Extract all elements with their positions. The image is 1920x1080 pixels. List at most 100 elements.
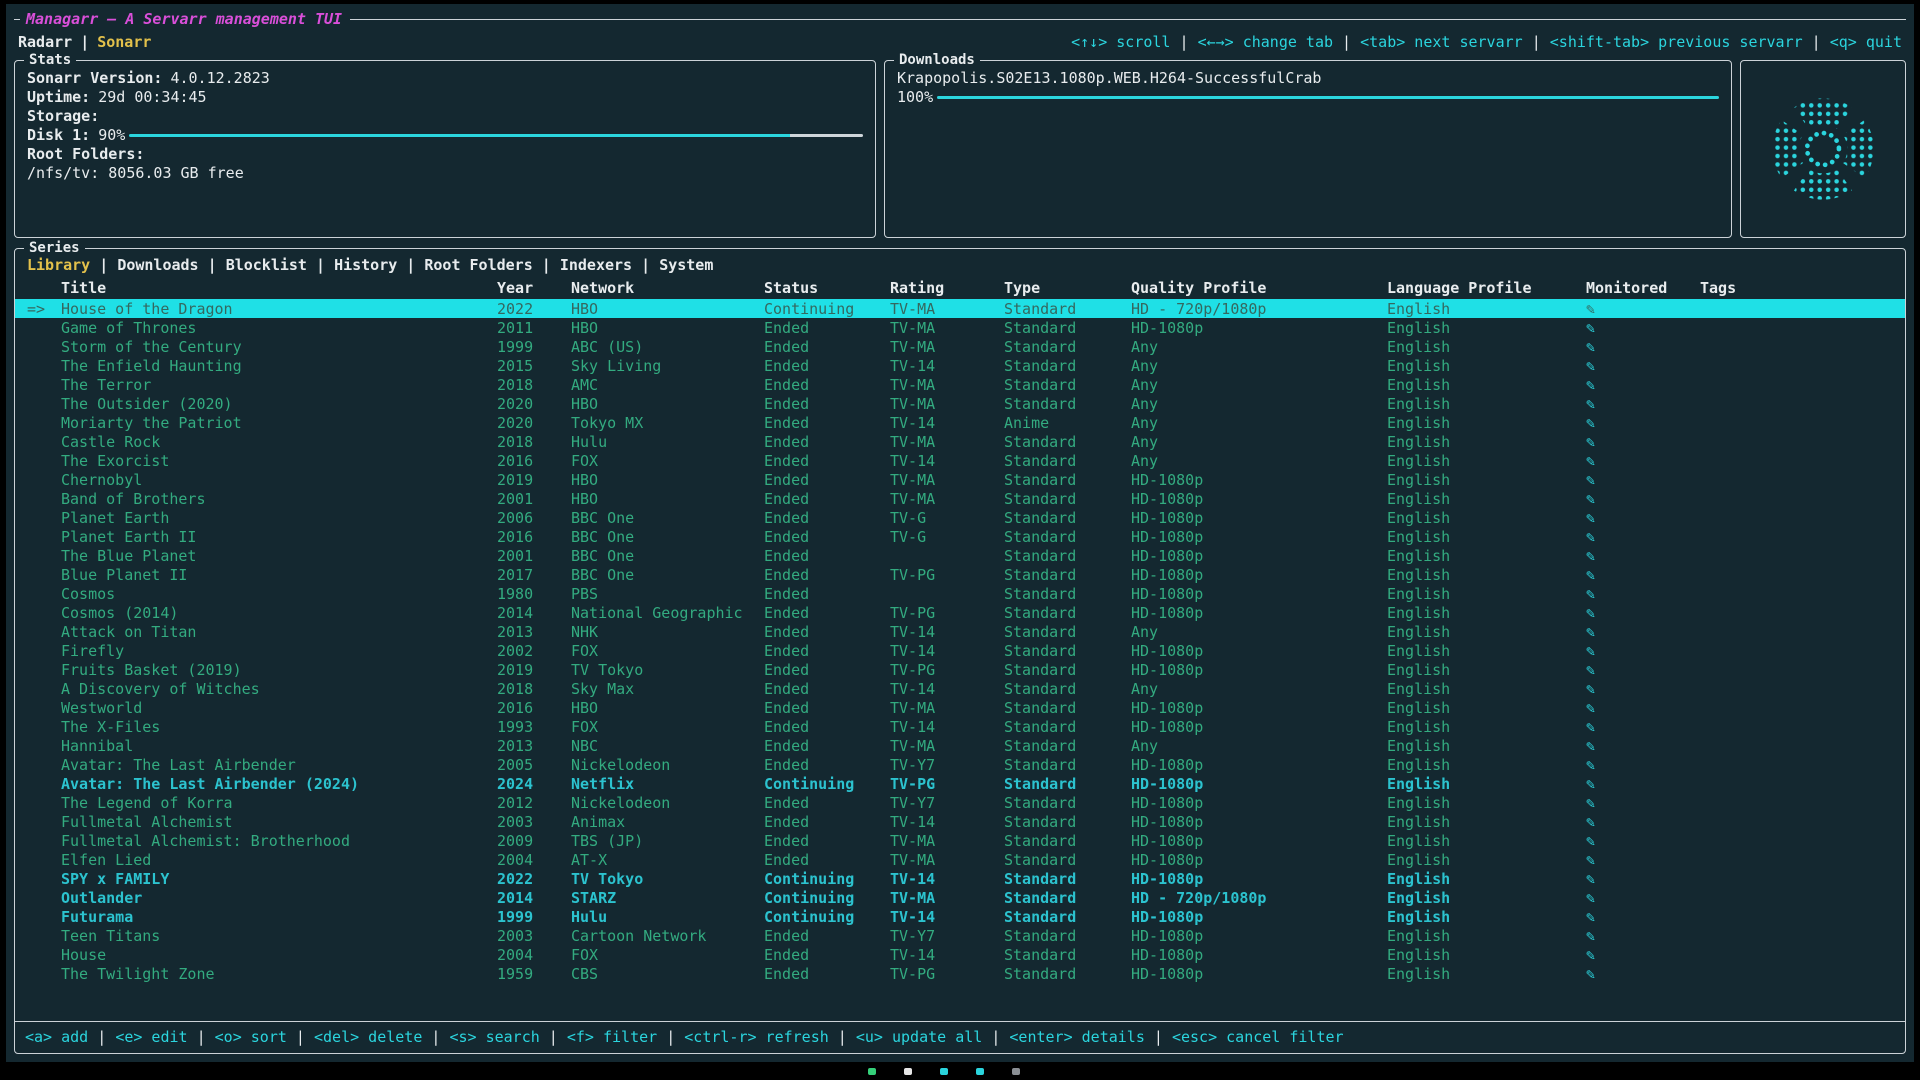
cell-rating: TV-14 [890, 452, 1004, 470]
table-row[interactable]: Fruits Basket (2019) 2019 TV Tokyo Ended… [15, 660, 1905, 679]
table-row[interactable]: Blue Planet II 2017 BBC One Ended TV-PG … [15, 565, 1905, 584]
table-row[interactable]: The Terror 2018 AMC Ended TV-MA Standard… [15, 375, 1905, 394]
series-tab-root-folders[interactable]: Root Folders [424, 256, 532, 274]
cell-title: Fullmetal Alchemist [61, 813, 497, 831]
table-row[interactable]: Westworld 2016 HBO Ended TV-MA Standard … [15, 698, 1905, 717]
series-tab-history[interactable]: History [334, 256, 397, 274]
taskbar-dot [976, 1068, 984, 1075]
column-header-title: Title [61, 279, 497, 297]
monitored-icon: ✎ [1586, 395, 1700, 413]
cell-status: Ended [764, 414, 890, 432]
cell-type: Standard [1004, 509, 1131, 527]
monitored-icon: ✎ [1586, 604, 1700, 622]
series-tab-indexers[interactable]: Indexers [560, 256, 632, 274]
cell-rating: TV-MA [890, 319, 1004, 337]
table-row[interactable]: Fullmetal Alchemist 2003 Animax Ended TV… [15, 812, 1905, 831]
table-row[interactable]: The Outsider (2020) 2020 HBO Ended TV-MA… [15, 394, 1905, 413]
cell-language-profile: English [1387, 889, 1586, 907]
table-row[interactable]: The Legend of Korra 2012 Nickelodeon End… [15, 793, 1905, 812]
keybind-scroll: <↑↓> scroll [1071, 33, 1170, 51]
cell-quality-profile: Any [1131, 737, 1387, 755]
download-item[interactable]: Krapopolis.S02E13.1080p.WEB.H264-Success… [897, 69, 1719, 88]
cell-quality-profile: HD-1080p [1131, 642, 1387, 660]
table-row[interactable]: Attack on Titan 2013 NHK Ended TV-14 Sta… [15, 622, 1905, 641]
cell-year: 2003 [497, 927, 571, 945]
table-row[interactable]: Planet Earth II 2016 BBC One Ended TV-G … [15, 527, 1905, 546]
table-row[interactable]: Elfen Lied 2004 AT-X Ended TV-MA Standar… [15, 850, 1905, 869]
table-row[interactable]: Outlander 2014 STARZ Continuing TV-MA St… [15, 888, 1905, 907]
cell-type: Anime [1004, 414, 1131, 432]
table-row[interactable]: The Enfield Haunting 2015 Sky Living End… [15, 356, 1905, 375]
table-row[interactable]: Teen Titans 2003 Cartoon Network Ended T… [15, 926, 1905, 945]
cell-quality-profile: HD-1080p [1131, 718, 1387, 736]
keybind-separator: | [982, 1028, 1009, 1046]
table-row[interactable]: A Discovery of Witches 2018 Sky Max Ende… [15, 679, 1905, 698]
cell-year: 2005 [497, 756, 571, 774]
cell-type: Standard [1004, 395, 1131, 413]
keybind-add: <a> add [25, 1028, 88, 1046]
table-row[interactable]: SPY x FAMILY 2022 TV Tokyo Continuing TV… [15, 869, 1905, 888]
taskbar-dot [940, 1068, 948, 1075]
cell-quality-profile: HD-1080p [1131, 471, 1387, 489]
series-tab-blocklist[interactable]: Blocklist [226, 256, 307, 274]
table-row[interactable]: Band of Brothers 2001 HBO Ended TV-MA St… [15, 489, 1905, 508]
table-row[interactable]: The Twilight Zone 1959 CBS Ended TV-PG S… [15, 964, 1905, 983]
table-row[interactable]: Cosmos (2014) 2014 National Geographic E… [15, 603, 1905, 622]
table-row[interactable]: Castle Rock 2018 Hulu Ended TV-MA Standa… [15, 432, 1905, 451]
table-row[interactable]: Planet Earth 2006 BBC One Ended TV-G Sta… [15, 508, 1905, 527]
table-row[interactable]: The Blue Planet 2001 BBC One Ended Stand… [15, 546, 1905, 565]
table-row[interactable]: House 2004 FOX Ended TV-14 Standard HD-1… [15, 945, 1905, 964]
cell-quality-profile: HD-1080p [1131, 965, 1387, 983]
cell-quality-profile: HD-1080p [1131, 699, 1387, 717]
cell-year: 2022 [497, 870, 571, 888]
keybind-separator: | [287, 1028, 314, 1046]
table-row[interactable]: The X-Files 1993 FOX Ended TV-14 Standar… [15, 717, 1905, 736]
table-row[interactable]: Chernobyl 2019 HBO Ended TV-MA Standard … [15, 470, 1905, 489]
version-value: 4.0.12.2823 [170, 69, 269, 88]
cell-language-profile: English [1387, 642, 1586, 660]
monitored-icon: ✎ [1586, 623, 1700, 641]
cell-quality-profile: HD - 720p/1080p [1131, 889, 1387, 907]
series-tab-downloads[interactable]: Downloads [117, 256, 198, 274]
keybind-separator: | [1523, 33, 1550, 51]
table-row[interactable]: Fullmetal Alchemist: Brotherhood 2009 TB… [15, 831, 1905, 850]
cell-language-profile: English [1387, 300, 1586, 318]
table-row[interactable]: => House of the Dragon 2022 HBO Continui… [15, 299, 1905, 318]
downloads-panel-title: Downloads [894, 51, 980, 69]
table-row[interactable]: Firefly 2002 FOX Ended TV-14 Standard HD… [15, 641, 1905, 660]
tab-radarr[interactable]: Radarr [18, 33, 72, 51]
monitored-icon: ✎ [1586, 433, 1700, 451]
cell-title: Blue Planet II [61, 566, 497, 584]
table-row[interactable]: Cosmos 1980 PBS Ended Standard HD-1080p … [15, 584, 1905, 603]
cell-type: Standard [1004, 737, 1131, 755]
series-tab-system[interactable]: System [659, 256, 713, 274]
table-row[interactable]: Storm of the Century 1999 ABC (US) Ended… [15, 337, 1905, 356]
cell-language-profile: English [1387, 718, 1586, 736]
cell-rating: TV-G [890, 528, 1004, 546]
cell-year: 2001 [497, 490, 571, 508]
cell-type: Standard [1004, 927, 1131, 945]
cell-quality-profile: Any [1131, 414, 1387, 432]
cell-network: Hulu [571, 908, 764, 926]
cell-year: 2018 [497, 680, 571, 698]
cell-type: Standard [1004, 889, 1131, 907]
table-row[interactable]: Hannibal 2013 NBC Ended TV-MA Standard A… [15, 736, 1905, 755]
cell-year: 2001 [497, 547, 571, 565]
table-row[interactable]: The Exorcist 2016 FOX Ended TV-14 Standa… [15, 451, 1905, 470]
cell-year: 1999 [497, 908, 571, 926]
cell-language-profile: English [1387, 338, 1586, 356]
selected-row-marker: => [27, 300, 61, 318]
table-row[interactable]: Game of Thrones 2011 HBO Ended TV-MA Sta… [15, 318, 1905, 337]
cell-quality-profile: Any [1131, 395, 1387, 413]
tab-sonarr[interactable]: Sonarr [97, 33, 151, 51]
table-row[interactable]: Avatar: The Last Airbender (2024) 2024 N… [15, 774, 1905, 793]
stat-uptime: Uptime: 29d 00:34:45 [27, 88, 863, 107]
series-tab-library[interactable]: Library [27, 256, 90, 274]
table-row[interactable]: Futurama 1999 Hulu Continuing TV-14 Stan… [15, 907, 1905, 926]
download-percent: 100% [897, 88, 933, 107]
download-item-name: Krapopolis.S02E13.1080p.WEB.H264-Success… [897, 69, 1321, 88]
cell-status: Ended [764, 927, 890, 945]
series-panel-title: Series [24, 239, 85, 257]
table-row[interactable]: Avatar: The Last Airbender 2005 Nickelod… [15, 755, 1905, 774]
table-row[interactable]: Moriarty the Patriot 2020 Tokyo MX Ended… [15, 413, 1905, 432]
